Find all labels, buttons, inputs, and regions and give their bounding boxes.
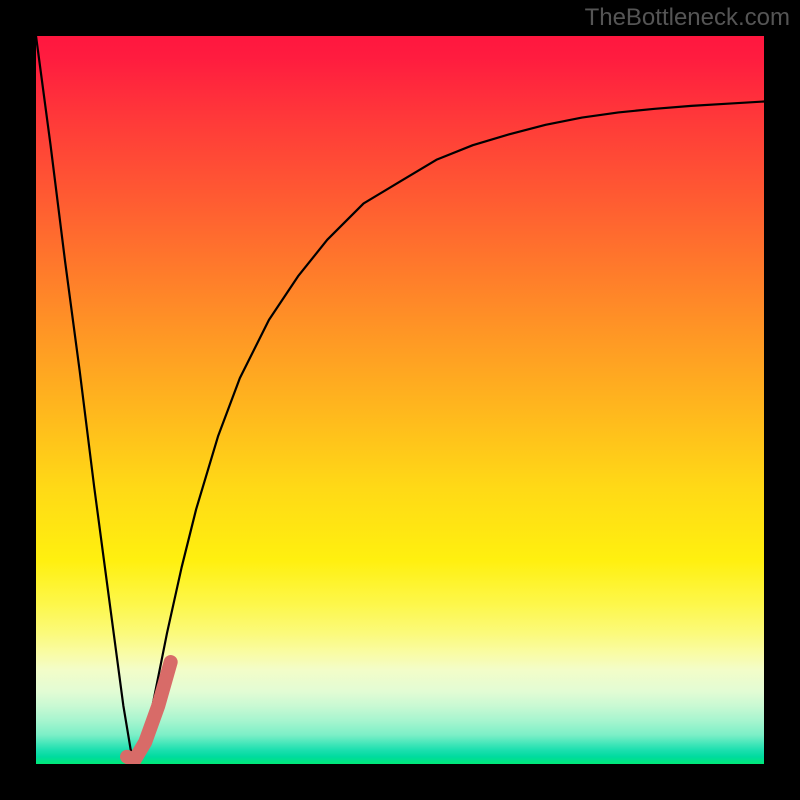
chart-frame: TheBottleneck.com [0,0,800,800]
plot-area [36,36,764,764]
main-curve [36,36,764,764]
accent-segment [127,662,171,760]
chart-svg [36,36,764,764]
watermark-label: TheBottleneck.com [585,4,790,32]
